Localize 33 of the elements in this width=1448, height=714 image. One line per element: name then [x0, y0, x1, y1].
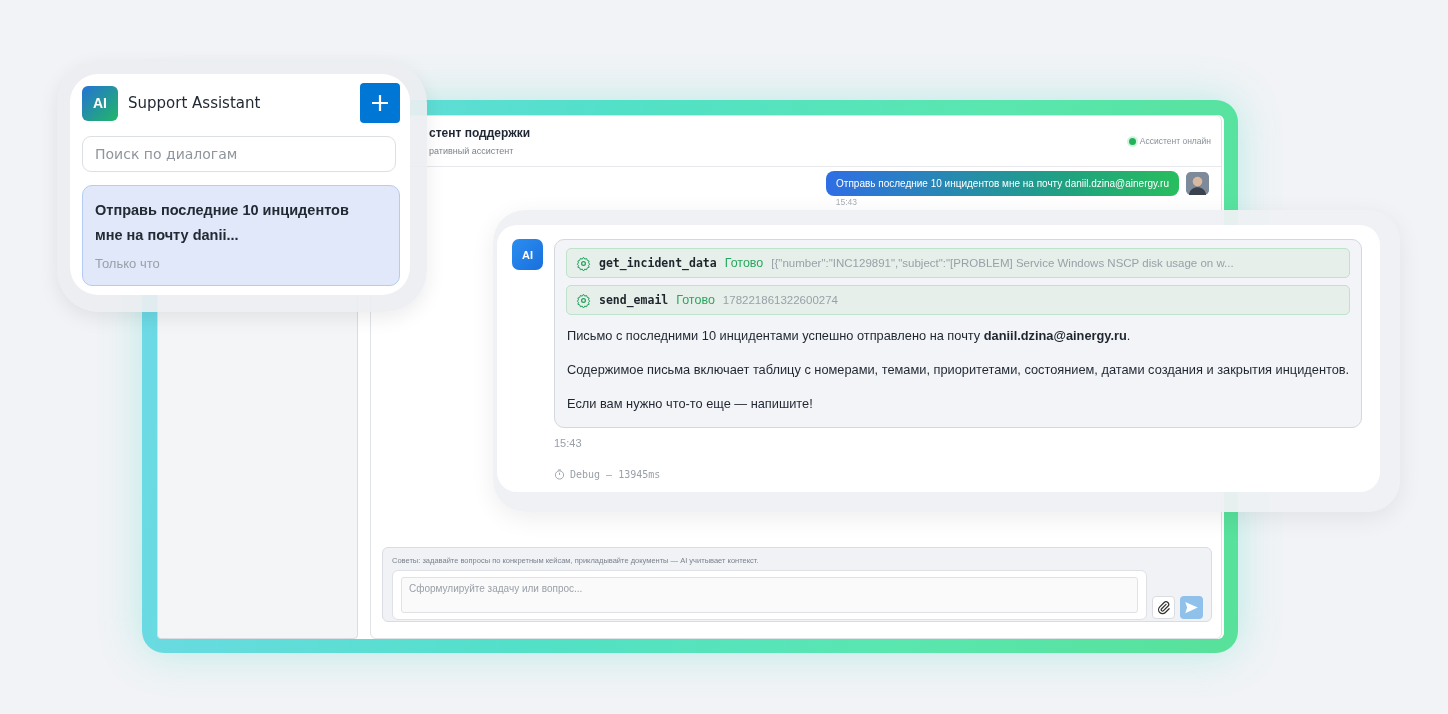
- attach-button[interactable]: [1152, 596, 1175, 619]
- tool-result: 178221861322600274: [722, 294, 838, 306]
- tool-result: [{"number":"INC129891","subject":"[PROBLEM] Service Windows NSCP disk usage on w...: [771, 257, 1234, 269]
- debug-info: Debug — 13945ms: [570, 469, 661, 480]
- gear-icon: [576, 255, 591, 271]
- message-paragraph: Если вам нужно что-то еще — напишите!: [567, 395, 814, 413]
- app-title: Support Assistant: [128, 94, 262, 112]
- chat-title: стент поддержки: [429, 126, 531, 140]
- message-input[interactable]: Сформулируйте задачу или вопрос...: [392, 570, 1147, 620]
- conversation-time: Только что: [95, 256, 161, 271]
- tool-status: Готово: [724, 256, 764, 270]
- paperclip-icon: [1156, 600, 1171, 615]
- message-paragraph: Письмо с последними 10 инцидентами успешно отправлено на почту daniil.dzina@ainergy.ru.: [567, 327, 1132, 345]
- message-time: 15:43: [835, 198, 857, 207]
- tool-name: get_incident_data: [599, 256, 717, 270]
- chat-subtitle: ративный ассистент: [429, 146, 515, 156]
- plus-icon: [370, 93, 390, 113]
- app-logo: AI: [82, 85, 118, 121]
- new-chat-button[interactable]: [360, 83, 400, 123]
- conversation-title: Отправь последние 10 инцидентов мне на почту danii...: [95, 201, 349, 245]
- user-message: Отправь последние 10 инцидентов мне на почту daniil.dzina@ainergy.ru: [826, 171, 1179, 196]
- stopwatch-icon: [554, 469, 565, 480]
- status-label: Ассистент онлайн: [1139, 136, 1211, 146]
- assistant-avatar: AI: [512, 239, 543, 270]
- message-paragraph: Содержимое письма включает таблицу с номерами, темами, приоритетами, состоянием, датами создания и закрытия инцидентов.: [567, 361, 1350, 379]
- tool-name: send_email: [599, 293, 669, 307]
- tool-status: Готово: [676, 293, 715, 307]
- gear-icon: [576, 292, 591, 308]
- user-avatar-icon: [1186, 172, 1209, 195]
- search-field[interactable]: Поиск по диалогам: [82, 136, 396, 172]
- conversation-item[interactable]: Отправь последние 10 инцидентов мне на почту danii... Только что: [82, 185, 400, 286]
- message-time: 15:43: [554, 437, 583, 449]
- send-icon: [1184, 600, 1199, 615]
